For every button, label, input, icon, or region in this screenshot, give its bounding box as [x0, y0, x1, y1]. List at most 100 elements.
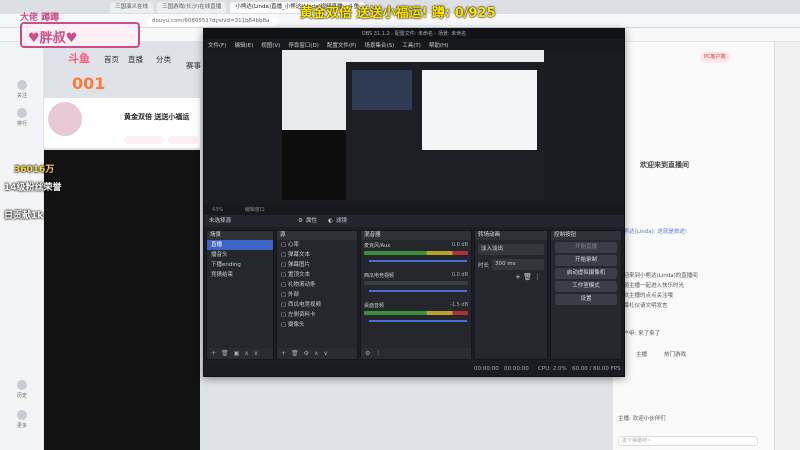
chat-input[interactable]: 发个弹幕吧~: [618, 436, 758, 446]
obs-preview-canvas[interactable]: [282, 50, 544, 200]
scene-item[interactable]: 直播: [207, 240, 273, 250]
pc-client-badge[interactable]: PC客户端: [700, 52, 730, 63]
heart-icon: [17, 80, 27, 90]
filter-icon[interactable]: ◐: [328, 215, 333, 227]
source-item[interactable]: ▢ 礼物滚动条: [277, 280, 357, 290]
controls-dock: 控制按钮 开始直播 开始录制 启动虚拟摄像机 工作室模式 设置: [550, 230, 622, 360]
chat-line: 伴随主播一起进入快乐时光: [618, 283, 685, 289]
menu-tools[interactable]: 工具(T): [402, 41, 421, 49]
scene-item[interactable]: 竞猜结束: [207, 270, 273, 280]
nav-live[interactable]: 直播: [128, 54, 143, 65]
obs-preview-area[interactable]: [204, 50, 624, 226]
rank-icon: [17, 108, 27, 118]
chevron-up-icon[interactable]: ∧: [314, 350, 318, 357]
room-tag[interactable]: [124, 136, 164, 144]
properties-button[interactable]: 属性: [306, 215, 317, 227]
start-streaming-button[interactable]: 开始直播: [555, 242, 617, 253]
sources-title: 源: [277, 231, 357, 240]
chat-line: 小熊达(Linda): 这就是旅途!: [618, 229, 688, 235]
source-item[interactable]: ▢ 置顶文本: [277, 270, 357, 280]
volume-meter: [364, 251, 468, 255]
source-item[interactable]: ▢ 弹幕文本: [277, 250, 357, 260]
source-item[interactable]: ▢ 摄像头: [277, 320, 357, 330]
duration-label: 时长: [478, 263, 490, 269]
menu-profile[interactable]: 配置文件(P): [327, 41, 357, 49]
add-icon[interactable]: +: [515, 273, 521, 281]
source-item[interactable]: ▢ 外部: [277, 290, 357, 300]
obs-status-bar: 00:00:00 00:00:00 CPU: 2.0% 60.00 / 60.0…: [204, 362, 624, 376]
menu-scene-collection[interactable]: 场景集合(S): [364, 41, 394, 49]
scene-item[interactable]: 下播ending: [207, 260, 273, 270]
more-icon: [17, 410, 27, 420]
transition-select[interactable]: 淡入淡出: [478, 244, 544, 255]
fps-readout: 60.00 / 60.00 FPS: [572, 366, 621, 372]
chevron-down-icon[interactable]: ∨: [323, 350, 327, 357]
scenes-title: 场景: [207, 231, 273, 240]
menu-view[interactable]: 视图(V): [261, 41, 280, 49]
room-banner: 黄金双倍 送送小福运: [124, 113, 190, 121]
add-icon[interactable]: +: [281, 350, 286, 357]
nav-home[interactable]: 首页: [104, 54, 119, 65]
clock-icon: [17, 380, 27, 390]
chat-tab[interactable]: 热门游戏: [664, 350, 686, 358]
chevron-up-icon[interactable]: ∧: [244, 350, 248, 357]
studio-mode-button[interactable]: 工作室模式: [555, 281, 617, 292]
trash-icon[interactable]: 🗑: [291, 350, 299, 357]
add-icon[interactable]: +: [211, 350, 216, 357]
trash-icon[interactable]: 🗑: [523, 273, 532, 281]
sidebar-more[interactable]: 更多: [6, 410, 38, 434]
site-logo[interactable]: 斗鱼: [68, 50, 90, 66]
mixer-title: 混音器: [361, 231, 471, 240]
menu-help[interactable]: 帮助(H): [429, 41, 448, 49]
chat-line: 喜欢主播的点点关注哦: [618, 293, 674, 299]
edit-view[interactable]: 编辑窗口: [245, 207, 265, 213]
sidebar-history[interactable]: 历史: [6, 380, 38, 404]
more-icon[interactable]: ⋮: [534, 273, 541, 281]
mixer-channel: 西瓜电竞视频 0.0 dB: [361, 270, 471, 300]
filters-button[interactable]: 滤镜: [336, 215, 347, 227]
chevron-down-icon[interactable]: ∨: [254, 350, 258, 357]
obs-title: OBS 31.1.2 - 配置文件: 未命名 - 场景: 未命名: [204, 29, 624, 39]
source-item[interactable]: ▢ 弹幕图片: [277, 260, 357, 270]
start-recording-button[interactable]: 开始录制: [555, 255, 617, 266]
menu-docks[interactable]: 停靠窗口(D): [288, 41, 319, 49]
source-item[interactable]: ▢ 心率: [277, 240, 357, 250]
nav-events[interactable]: 赛事: [186, 60, 201, 71]
room-tag[interactable]: [168, 136, 198, 144]
settings-button[interactable]: 设置: [555, 294, 617, 305]
menu-file[interactable]: 文件(F): [208, 41, 226, 49]
no-source-selected: 未选择源: [209, 218, 232, 224]
transitions-title: 转场动画: [475, 231, 547, 240]
overlay-user-banner: ♥胖叔♥: [20, 22, 140, 48]
sidebar-rank[interactable]: 排行: [6, 108, 38, 132]
source-item[interactable]: ▢ 西瓜电竞视频: [277, 300, 357, 310]
streamer-avatar[interactable]: [48, 102, 82, 136]
menu-edit[interactable]: 编辑(E): [234, 41, 253, 49]
browser-tab[interactable]: 三国演义在线: [110, 1, 154, 13]
sidebar-follow[interactable]: 关注: [6, 80, 38, 104]
config-icon[interactable]: ▣: [234, 350, 240, 357]
source-type-icon: ▢: [281, 302, 288, 308]
gift-line: 日贡献1k: [4, 211, 44, 221]
address-input[interactable]: douyu.com/6080551?dyshid=311b84bb8a: [148, 17, 278, 26]
chat-line: 用户甲: 来了来了: [618, 331, 661, 337]
gear-icon[interactable]: ⚙: [304, 350, 309, 357]
nav-category[interactable]: 分类: [156, 54, 171, 65]
chat-tab[interactable]: 主播: [636, 350, 647, 358]
more-icon[interactable]: ⋮: [375, 350, 381, 357]
zoom-level[interactable]: 43%: [212, 207, 223, 213]
chat-panel: [612, 42, 800, 450]
cpu-usage: CPU: 2.0%: [538, 366, 567, 372]
trash-icon[interactable]: 🗑: [221, 350, 229, 357]
browser-tab[interactable]: 三国游戏(长沙)在线直播: [157, 1, 227, 13]
volume-slider[interactable]: [369, 320, 467, 322]
video-player[interactable]: [44, 150, 200, 450]
volume-slider[interactable]: [369, 290, 467, 292]
gear-icon[interactable]: ⚙: [298, 215, 303, 227]
virtual-camera-button[interactable]: 启动虚拟摄像机: [555, 268, 617, 279]
source-item[interactable]: ▢ 左侧资料卡: [277, 310, 357, 320]
scene-item[interactable]: 播音头: [207, 250, 273, 260]
gear-icon[interactable]: ⚙: [365, 350, 370, 357]
volume-slider[interactable]: [369, 260, 467, 262]
duration-input[interactable]: 300 ms: [492, 259, 544, 270]
